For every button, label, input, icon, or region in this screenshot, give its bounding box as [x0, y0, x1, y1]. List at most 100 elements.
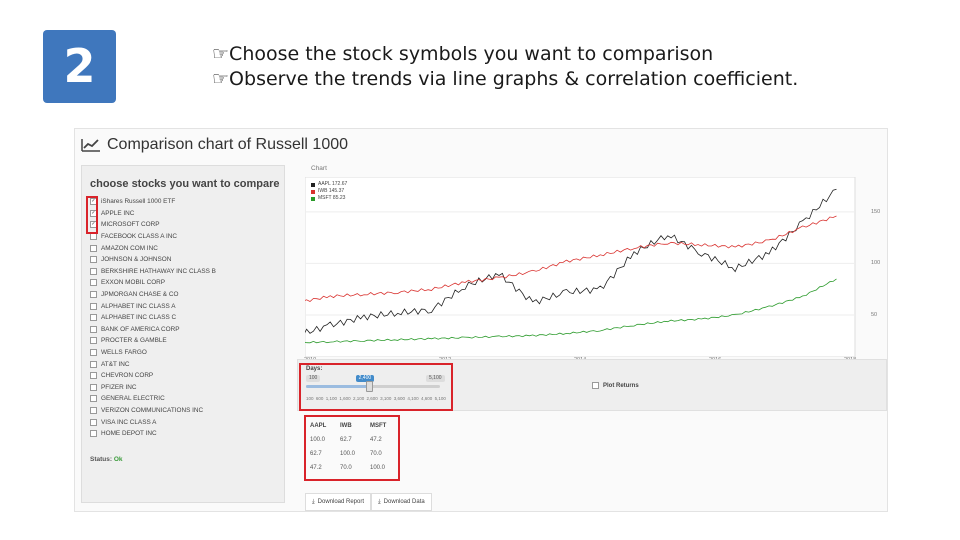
legend-swatch	[311, 189, 315, 194]
stock-checkbox[interactable]	[90, 267, 97, 275]
stock-label: CHEVRON CORP	[101, 372, 154, 380]
download-tabs: ⤓ Download Report ⤓ Download Data	[305, 493, 432, 511]
legend-entry: IWB 145.37	[311, 188, 347, 195]
stock-checkbox[interactable]	[90, 337, 97, 345]
stock-checkbox[interactable]	[90, 372, 97, 380]
stock-label: VISA INC CLASS A	[101, 418, 157, 426]
stock-label: iShares Russell 1000 ETF	[101, 198, 176, 206]
stock-checkbox[interactable]	[90, 314, 97, 322]
stock-checkbox[interactable]	[90, 395, 97, 403]
stock-list-item[interactable]: PROCTER & GAMBLE	[90, 335, 216, 347]
status-line: Status: Ok	[90, 456, 123, 463]
download-icon: ⤓	[378, 498, 381, 505]
stock-list-item[interactable]: AT&T INC	[90, 358, 216, 370]
stock-label: AMAZON COM INC	[101, 244, 158, 252]
stock-label: HOME DEPOT INC	[101, 430, 157, 438]
stock-label: EXXON MOBIL CORP	[101, 279, 166, 287]
download-icon: ⤓	[312, 498, 315, 505]
stock-label: WELLS FARGO	[101, 349, 147, 357]
stock-checkbox[interactable]	[90, 418, 97, 426]
legend-swatch	[311, 182, 315, 187]
stock-checkbox[interactable]	[90, 406, 97, 414]
stock-list-item[interactable]: JOHNSON & JOHNSON	[90, 254, 216, 266]
stock-list-item[interactable]: GENERAL ELECTRIC	[90, 393, 216, 405]
line-chart-icon	[81, 139, 100, 152]
y-tick-label: 50	[871, 311, 878, 318]
stock-list-item[interactable]: CHEVRON CORP	[90, 370, 216, 382]
plot-returns-label: Plot Returns	[603, 382, 639, 389]
legend-entry: MSFT 85.23	[311, 195, 347, 202]
stock-list-item[interactable]: VERIZON COMMUNICATIONS INC	[90, 405, 216, 417]
legend-label: MSFT 85.23	[318, 195, 346, 201]
stock-checkbox[interactable]	[90, 291, 97, 299]
stock-list-item[interactable]: ✓ APPLE INC	[90, 208, 216, 220]
plot-returns-checkbox[interactable]	[592, 382, 599, 389]
sidebar-heading: choose stocks you want to compare	[90, 178, 280, 190]
app-title-text: Comparison chart of Russell 1000	[107, 136, 349, 153]
stock-checkbox[interactable]	[90, 325, 97, 333]
app-screenshot: Comparison chart of Russell 1000 choose …	[74, 128, 888, 512]
stock-list-item[interactable]: AMAZON COM INC	[90, 242, 216, 254]
stock-checkbox[interactable]	[90, 256, 97, 264]
correlation-table-highlight	[304, 415, 400, 481]
stock-list-item[interactable]: ALPHABET INC CLASS C	[90, 312, 216, 324]
stock-list-item[interactable]: WELLS FARGO	[90, 347, 216, 359]
bullet-2-text: Observe the trends via line graphs & cor…	[229, 68, 799, 90]
stock-label: PROCTER & GAMBLE	[101, 337, 167, 345]
step-number-badge: 2	[43, 30, 116, 103]
legend-entry: AAPL 172.67	[311, 181, 347, 188]
download-report-button[interactable]: ⤓ Download Report	[305, 493, 372, 511]
stock-list-item[interactable]: BERKSHIRE HATHAWAY INC CLASS B	[90, 266, 216, 278]
stock-label: PFIZER INC	[101, 383, 137, 391]
stock-checkbox[interactable]	[90, 233, 97, 241]
stock-checkbox-list: ✓ iShares Russell 1000 ETF ✓ APPLE INC ✓ MICR…	[90, 196, 216, 439]
bullet-2: ☞Observe the trends via line graphs & co…	[212, 67, 798, 92]
stock-label: ALPHABET INC CLASS C	[101, 314, 177, 322]
download-data-button[interactable]: ⤓ Download Data	[371, 493, 432, 511]
instruction-bullets: ☞Choose the stock symbols you want to co…	[212, 42, 798, 92]
legend-swatch	[311, 196, 315, 201]
stock-checkbox[interactable]	[90, 360, 97, 368]
stock-label: JPMORGAN CHASE & CO	[101, 291, 179, 299]
pointing-hand-icon: ☞	[212, 43, 230, 65]
stock-label: GENERAL ELECTRIC	[101, 395, 165, 403]
stock-label: MICROSOFT CORP	[101, 221, 160, 229]
pointing-hand-icon: ☞	[212, 68, 230, 90]
stock-checkbox[interactable]	[90, 349, 97, 357]
stock-list-item[interactable]: ALPHABET INC CLASS A	[90, 300, 216, 312]
stock-list-item[interactable]: ✓ MICROSOFT CORP	[90, 219, 216, 231]
y-tick-label: 100	[871, 260, 881, 267]
stock-list-item[interactable]: FACEBOOK CLASS A INC	[90, 231, 216, 243]
stock-list-item[interactable]: VISA INC CLASS A	[90, 416, 216, 428]
comparison-line-chart	[305, 177, 856, 357]
plot-returns-toggle[interactable]: Plot Returns	[592, 382, 639, 389]
legend-label: IWB 145.37	[318, 188, 345, 194]
stock-list-item[interactable]: JPMORGAN CHASE & CO	[90, 289, 216, 301]
stock-checkbox[interactable]	[90, 244, 97, 252]
stock-label: FACEBOOK CLASS A INC	[101, 233, 178, 241]
stock-label: AT&T INC	[101, 360, 130, 368]
download-report-label: Download Report	[317, 499, 365, 505]
stock-checkbox[interactable]	[90, 279, 97, 287]
stock-label: ALPHABET INC CLASS A	[101, 302, 176, 310]
stock-list-item[interactable]: EXXON MOBIL CORP	[90, 277, 216, 289]
days-slider-highlight	[299, 363, 453, 411]
stock-label: BANK OF AMERICA CORP	[101, 325, 180, 333]
y-tick-label: 150	[871, 208, 881, 215]
app-title: Comparison chart of Russell 1000	[81, 132, 348, 158]
stock-checkbox[interactable]	[90, 383, 97, 391]
stock-list-item[interactable]: ✓ iShares Russell 1000 ETF	[90, 196, 216, 208]
stock-selection-highlight	[86, 196, 98, 234]
stock-label: JOHNSON & JOHNSON	[101, 256, 172, 264]
stock-checkbox[interactable]	[90, 430, 97, 438]
bullet-1: ☞Choose the stock symbols you want to co…	[212, 42, 798, 67]
status-value: Ok	[113, 456, 123, 463]
stock-sidebar: choose stocks you want to compare ✓ iShar…	[81, 165, 285, 503]
chart-legend: AAPL 172.67 IWB 145.37 MSFT 85.23	[311, 181, 347, 202]
stock-list-item[interactable]: HOME DEPOT INC	[90, 428, 216, 440]
stock-list-item[interactable]: PFIZER INC	[90, 382, 216, 394]
status-label: Status:	[90, 456, 113, 463]
stock-label: VERIZON COMMUNICATIONS INC	[101, 406, 204, 414]
stock-checkbox[interactable]	[90, 302, 97, 310]
stock-list-item[interactable]: BANK OF AMERICA CORP	[90, 324, 216, 336]
